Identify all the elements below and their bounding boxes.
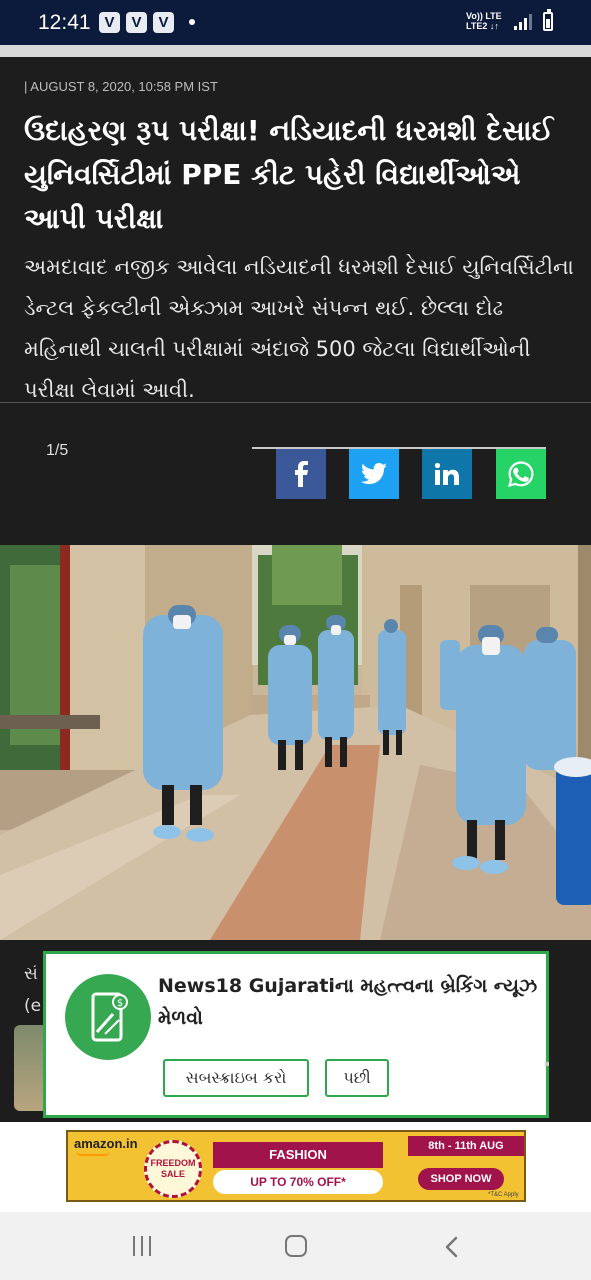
ad-headline: FASHION [213,1142,383,1168]
seal-text: FREEDOM SALE [150,1158,196,1179]
notification-badge: V [126,12,147,33]
later-button[interactable]: પછી [325,1059,389,1097]
caption-fragment-line-1: સં [24,964,38,984]
article-headline: ઉદાહરણ રૂપ પરીક્ષા! નડિયાદની ધરમશી દેસાઈ… [24,114,554,235]
caption-fragment: સં (e [24,958,41,1022]
linkedin-share-button[interactable] [422,449,472,499]
ppe-students-photo [0,545,591,940]
toolbar-strip [0,45,591,57]
whatsapp-share-button[interactable] [496,449,546,499]
ad-terms: *T&C Apply [488,1192,519,1198]
facebook-share-button[interactable] [276,449,326,499]
article-photo[interactable] [0,545,591,940]
mobile-notification-icon: $ [65,974,151,1060]
freedom-sale-seal: FREEDOM SALE [144,1140,202,1198]
period-fragment [545,1062,549,1066]
network-line-2: LTE2 ↓↑ [466,21,499,31]
system-nav-bar [0,1212,591,1280]
network-indicator: Vo)) LTE LTE2 ↓↑ [466,11,502,31]
article-summary: અમદાવાદ નજીક આવેલા નડિયાદની ધરમશી દેસાઈ … [24,255,574,402]
status-time: 12:41 [38,11,91,34]
network-line-1: Vo)) LTE [466,11,502,21]
divider [0,402,591,403]
notification-badge: V [153,12,174,33]
recents-icon[interactable] [133,1236,153,1256]
twitter-icon [361,463,387,485]
ad-offer: UP TO 70% OFF* [213,1170,383,1194]
status-bar: 12:41 V V V Vo)) LTE LTE2 ↓↑ [0,0,591,45]
popup-title: News18 Gujaratiના મહત્ત્વના બ્રેકિંગ ન્ય… [158,975,538,1029]
signal-icon [514,14,532,30]
back-icon[interactable] [442,1236,462,1258]
svg-text:$: $ [117,998,123,1009]
caption-fragment-line-2: (e [24,996,42,1016]
linkedin-icon [435,463,459,485]
twitter-share-button[interactable] [349,449,399,499]
ad-dates: 8th - 11th AUG [408,1136,524,1156]
notification-badge: V [99,12,120,33]
ad-container: amazon.in FREEDOM SALE FASHION UP TO 70%… [0,1122,591,1212]
whatsapp-icon [507,461,534,488]
battery-icon [543,9,553,31]
subscribe-button[interactable]: સબસ્ક્રાઇબ કરો [163,1059,309,1097]
gallery-counter: 1/5 [46,442,69,459]
article-section: | AUGUST 8, 2020, 10:58 PM IST ઉદાહરણ રૂ… [0,57,591,545]
facebook-icon [295,461,308,487]
article-dateline: | AUGUST 8, 2020, 10:58 PM IST [24,79,218,94]
subscribe-popup: $ News18 Gujaratiના મહત્ત્વના બ્રેકિંગ ન… [43,951,549,1118]
amazon-ad-banner[interactable]: amazon.in FREEDOM SALE FASHION UP TO 70%… [66,1130,526,1202]
amazon-logo: amazon.in [74,1136,138,1156]
home-icon[interactable] [285,1235,307,1257]
shop-now-button[interactable]: SHOP NOW [418,1168,504,1190]
more-notifications-dot [189,19,195,25]
